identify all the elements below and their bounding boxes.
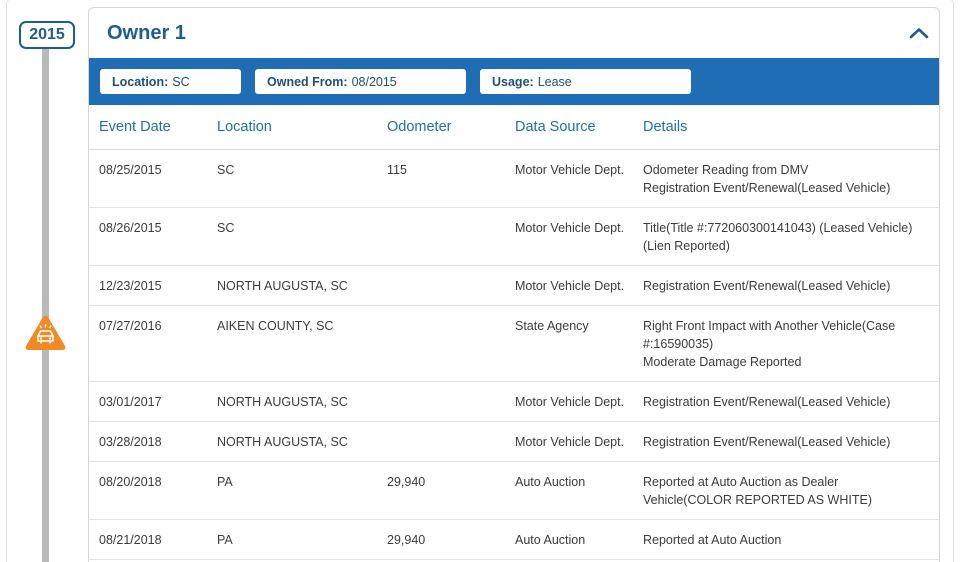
table-row: 07/27/2016 AIKEN COUNTY, SC State Agency… (89, 305, 939, 382)
year-badge: 2015 (19, 21, 75, 49)
cell-location: AIKEN COUNTY, SC (217, 305, 387, 382)
table-row: 08/25/2015 SC 115 Motor Vehicle Dept. Od… (89, 149, 939, 208)
cell-details: Registration Event/Renewal(Leased Vehicl… (643, 421, 939, 462)
cell-location: PA (217, 519, 387, 560)
timeline-line (42, 46, 49, 562)
cell-location: PA (217, 461, 387, 520)
owned-from-label: Owned From: (267, 74, 348, 89)
cell-details: Odometer Reading from DMV Registration E… (643, 149, 939, 208)
cell-details: Reported at Auto Auction (643, 519, 939, 560)
table-row: 08/20/2018 PA 29,940 Auto Auction Report… (89, 461, 939, 520)
usage-value: Lease (537, 74, 572, 89)
table-row: 08/21/2018 PA 29,940 Auto Auction Report… (89, 519, 939, 560)
cell-data-source: Motor Vehicle Dept. (515, 207, 643, 266)
table-header-row: Event Date Location Odometer Data Source… (89, 105, 939, 150)
cell-event-date: 08/20/2018 (89, 461, 217, 520)
header-odometer: Odometer (387, 105, 515, 150)
cell-data-source: State Agency (515, 305, 643, 382)
owned-from-value: 08/2015 (351, 74, 397, 89)
header-data-source: Data Source (515, 105, 643, 150)
detail-line: Moderate Damage Reported (643, 354, 802, 369)
cell-location: SC (217, 149, 387, 208)
cell-data-source: Motor Vehicle Dept. (515, 149, 643, 208)
header-location: Location (217, 105, 387, 150)
location-chip: Location: SC (100, 69, 241, 94)
detail-line: Registration Event/Renewal(Leased Vehicl… (643, 180, 891, 195)
cell-data-source: Auto Auction (515, 519, 643, 560)
detail-line: Right Front Impact with Another Vehicle(… (643, 318, 896, 351)
owner-title: Owner 1 (107, 21, 186, 44)
cell-event-date: 08/26/2015 (89, 207, 217, 266)
cell-odometer (387, 381, 515, 422)
cell-odometer: 115 (387, 149, 515, 208)
usage-chip: Usage: Lease (480, 69, 691, 94)
accident-warning-icon (25, 315, 66, 351)
cell-event-date: 03/28/2018 (89, 421, 217, 462)
cell-details: Reported at Auto Auction as Dealer Vehic… (643, 461, 939, 520)
cell-odometer (387, 305, 515, 382)
detail-line: Reported at Auto Auction (643, 532, 782, 547)
cell-data-source: Motor Vehicle Dept. (515, 421, 643, 462)
cell-data-source: Motor Vehicle Dept. (515, 265, 643, 306)
location-label: Location: (112, 74, 169, 89)
owned-from-chip: Owned From: 08/2015 (255, 69, 466, 94)
vehicle-history-table: Event Date Location Odometer Data Source… (89, 105, 939, 560)
table-row: 12/23/2015 NORTH AUGUSTA, SC Motor Vehic… (89, 265, 939, 306)
cell-event-date: 12/23/2015 (89, 265, 217, 306)
cell-details: Registration Event/Renewal(Leased Vehicl… (643, 381, 939, 422)
cell-data-source: Auto Auction (515, 461, 643, 520)
detail-line: Registration Event/Renewal(Leased Vehicl… (643, 278, 891, 293)
detail-line: Registration Event/Renewal(Leased Vehicl… (643, 394, 891, 409)
detail-line: Reported at Auto Auction as Dealer Vehic… (643, 474, 872, 507)
cell-details: Title(Title #:772060300141043) (Leased V… (643, 207, 939, 266)
usage-label: Usage: (492, 74, 534, 89)
cell-odometer (387, 207, 515, 266)
cell-event-date: 03/01/2017 (89, 381, 217, 422)
chevron-up-icon[interactable] (907, 21, 931, 45)
table-row: 08/26/2015 SC Motor Vehicle Dept. Title(… (89, 207, 939, 266)
cell-odometer (387, 421, 515, 462)
cell-odometer (387, 265, 515, 306)
cell-details: Registration Event/Renewal(Leased Vehicl… (643, 265, 939, 306)
cell-data-source: Motor Vehicle Dept. (515, 381, 643, 422)
cell-odometer: 29,940 (387, 519, 515, 560)
cell-details: Right Front Impact with Another Vehicle(… (643, 305, 939, 382)
cell-location: NORTH AUGUSTA, SC (217, 265, 387, 306)
cell-location: NORTH AUGUSTA, SC (217, 421, 387, 462)
cell-odometer: 29,940 (387, 461, 515, 520)
cell-event-date: 08/21/2018 (89, 519, 217, 560)
owner-info-bar: Location: SC Owned From: 08/2015 Usage: … (89, 58, 939, 105)
cell-location: NORTH AUGUSTA, SC (217, 381, 387, 422)
table-row: 03/28/2018 NORTH AUGUSTA, SC Motor Vehic… (89, 421, 939, 462)
cell-event-date: 08/25/2015 (89, 149, 217, 208)
detail-line: Title(Title #:772060300141043) (Leased V… (643, 220, 913, 253)
owner-card: Owner 1 Location: SC Owned From: 08/2015… (88, 7, 940, 562)
header-details: Details (643, 105, 939, 150)
cell-location: SC (217, 207, 387, 266)
detail-line: Odometer Reading from DMV (643, 162, 809, 177)
owner-card-header[interactable]: Owner 1 (89, 8, 939, 58)
detail-line: Registration Event/Renewal(Leased Vehicl… (643, 434, 891, 449)
table-row: 03/01/2017 NORTH AUGUSTA, SC Motor Vehic… (89, 381, 939, 422)
header-event-date: Event Date (89, 105, 217, 150)
location-value: SC (172, 74, 190, 89)
cell-event-date: 07/27/2016 (89, 305, 217, 382)
